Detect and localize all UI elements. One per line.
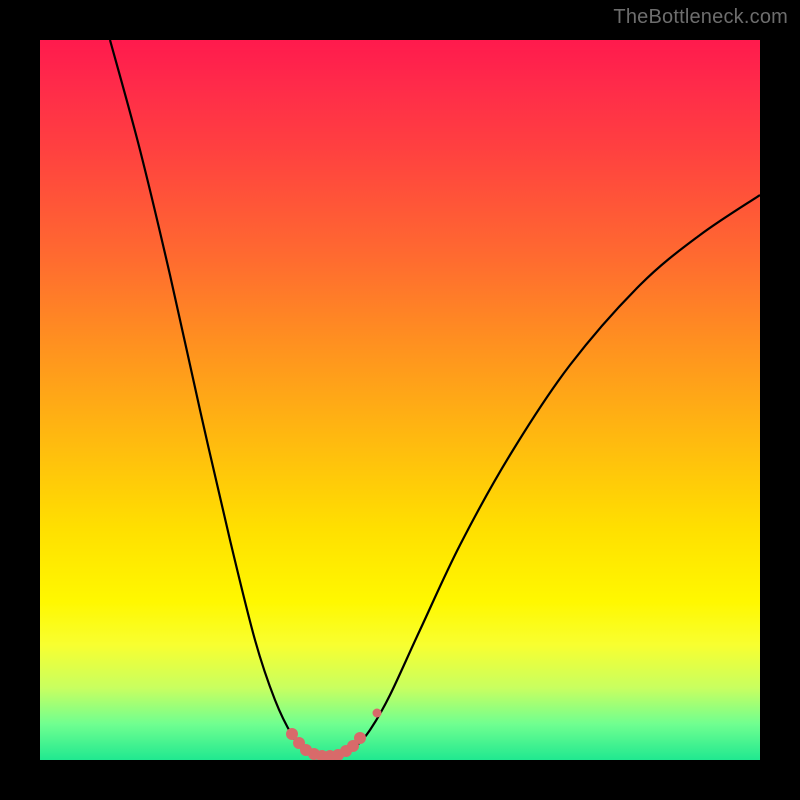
chart-frame: TheBottleneck.com <box>0 0 800 800</box>
watermark-text: TheBottleneck.com <box>613 6 788 29</box>
plot-area <box>40 40 760 760</box>
curve-marker <box>354 732 366 744</box>
bottleneck-curve-line <box>110 40 760 757</box>
bottleneck-chart <box>40 40 760 760</box>
curve-marker <box>373 709 382 718</box>
